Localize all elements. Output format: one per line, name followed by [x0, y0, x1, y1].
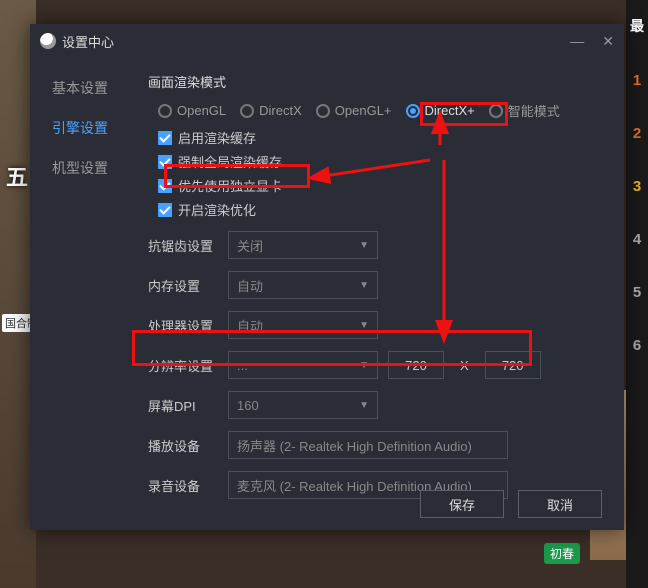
record-label: 录音设备: [148, 476, 218, 495]
resolution-width[interactable]: 720: [388, 351, 444, 379]
chevron-down-icon: ▼: [359, 400, 369, 411]
render-mode-radios: OpenGL DirectX OpenGL+ DirectX+ 智能模式: [158, 101, 602, 120]
playback-label: 播放设备: [148, 436, 218, 455]
check-render-cache[interactable]: 启用渲染缓存: [158, 128, 602, 147]
cpu-select[interactable]: 自动 ▼: [228, 311, 378, 339]
chevron-down-icon: ▼: [359, 240, 369, 251]
memory-select[interactable]: 自动 ▼: [228, 271, 378, 299]
footer-buttons: 保存 取消: [420, 490, 602, 518]
resolution-height[interactable]: 720: [485, 351, 541, 379]
check-global-cache[interactable]: 强制全局渲染缓存: [158, 152, 602, 171]
sidebar: 基本设置 引擎设置 机型设置: [30, 58, 138, 530]
check-render-opt[interactable]: 开启渲染优化: [158, 200, 602, 219]
cpu-label: 处理器设置: [148, 316, 218, 335]
sidebar-item-model[interactable]: 机型设置: [30, 148, 138, 188]
render-mode-title: 画面渲染模式: [148, 72, 602, 91]
radio-directxplus[interactable]: DirectX+: [406, 103, 475, 118]
dpi-label: 屏幕DPI: [148, 396, 218, 415]
dpi-select[interactable]: 160 ▼: [228, 391, 378, 419]
cancel-button[interactable]: 取消: [518, 490, 602, 518]
render-checkboxes: 启用渲染缓存 强制全局渲染缓存 优先使用独立显卡 开启渲染优化: [158, 128, 602, 219]
sidebar-item-basic[interactable]: 基本设置: [30, 68, 138, 108]
close-button[interactable]: ✕: [602, 33, 614, 50]
playback-device[interactable]: 扬声器 (2- Realtek High Definition Audio): [228, 431, 508, 459]
antialias-label: 抗锯齿设置: [148, 236, 218, 255]
resolution-sep: X: [454, 358, 475, 373]
settings-modal: 设置中心 — ✕ 基本设置 引擎设置 机型设置 画面渲染模式 OpenGL Di…: [30, 24, 624, 530]
app-icon: [40, 33, 56, 49]
radio-openglplus[interactable]: OpenGL+: [316, 103, 392, 118]
minimize-button[interactable]: —: [570, 33, 584, 50]
content-panel: 画面渲染模式 OpenGL DirectX OpenGL+ DirectX+ 智…: [138, 58, 624, 530]
chevron-down-icon: ▼: [359, 320, 369, 331]
antialias-select[interactable]: 关闭 ▼: [228, 231, 378, 259]
radio-opengl[interactable]: OpenGL: [158, 103, 226, 118]
save-button[interactable]: 保存: [420, 490, 504, 518]
radio-directx[interactable]: DirectX: [240, 103, 302, 118]
window-title: 设置中心: [62, 32, 114, 51]
radio-smart[interactable]: 智能模式: [489, 101, 560, 120]
tag-spring: 初春: [544, 543, 580, 564]
bg-char: 五: [6, 160, 28, 192]
chevron-down-icon: ▼: [359, 360, 369, 371]
resolution-select[interactable]: ... ▼: [228, 351, 378, 379]
rank-strip: 最 1 2 3 4 5 6: [626, 0, 648, 588]
sidebar-item-engine[interactable]: 引擎设置: [30, 108, 138, 148]
titlebar: 设置中心 — ✕: [30, 24, 624, 58]
resolution-label: 分辨率设置: [148, 356, 218, 375]
memory-label: 内存设置: [148, 276, 218, 295]
chevron-down-icon: ▼: [359, 280, 369, 291]
check-discrete-gpu[interactable]: 优先使用独立显卡: [158, 176, 602, 195]
